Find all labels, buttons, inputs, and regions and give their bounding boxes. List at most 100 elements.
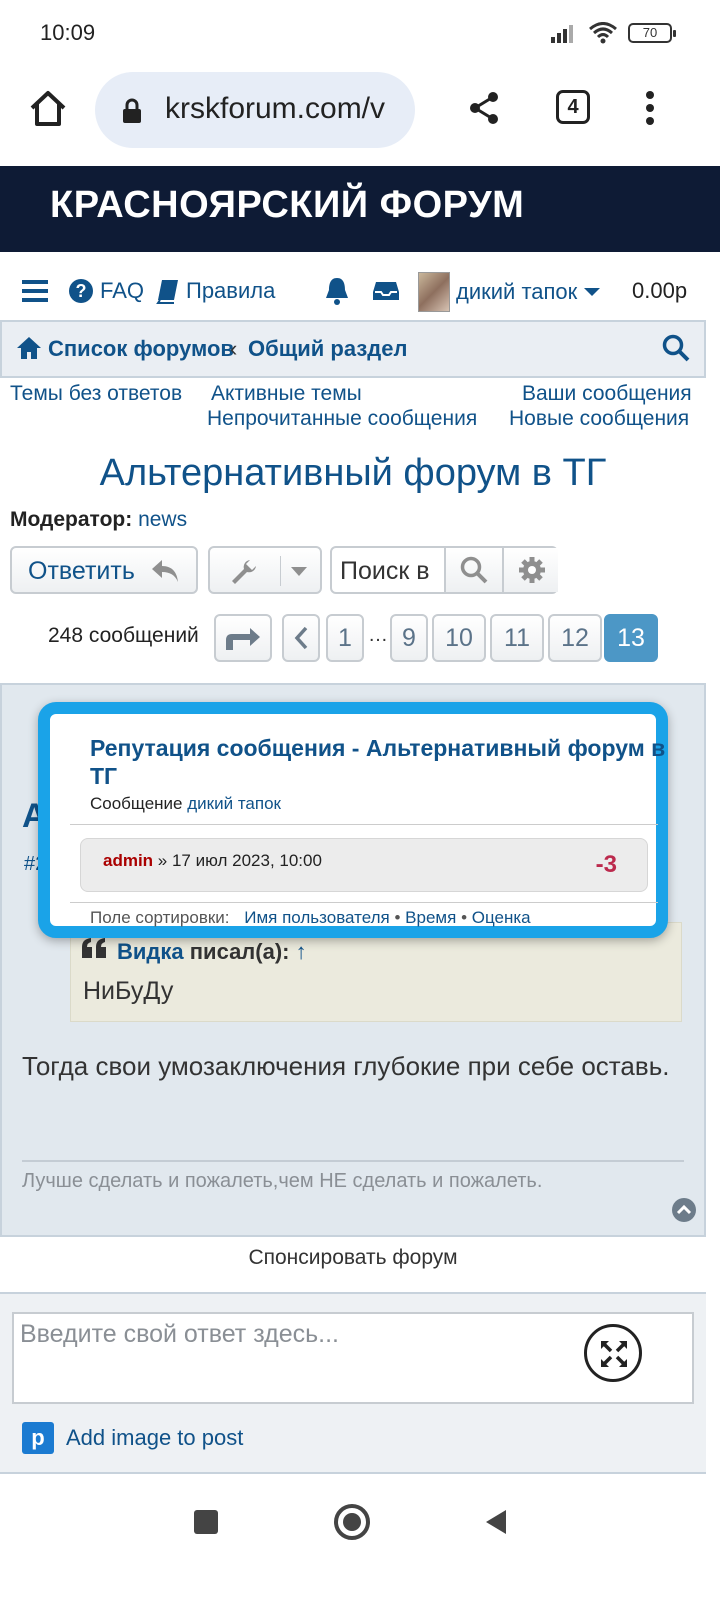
sort-label: Поле сортировки: [90, 908, 230, 927]
link-your-posts[interactable]: Ваши сообщения [522, 382, 692, 406]
reputation-entry-user[interactable]: admin [103, 851, 153, 870]
page-13-current[interactable]: 13 [604, 614, 658, 662]
home-icon[interactable] [28, 88, 68, 128]
nav-rules[interactable]: Правила [156, 278, 275, 304]
link-unanswered[interactable]: Темы без ответов [10, 382, 182, 406]
quote-wrote-label: писал(а): [189, 939, 290, 964]
overflow-menu-icon[interactable] [642, 90, 658, 126]
reputation-entry-info: admin » 17 июл 2023, 10:00 [103, 851, 322, 871]
inbox-icon[interactable] [372, 280, 400, 302]
topic-search-submit[interactable] [444, 548, 502, 592]
previous-page-button[interactable] [282, 614, 320, 662]
search-icon [460, 556, 488, 584]
browser-toolbar: krskforum.com/v 4 [0, 64, 720, 164]
reputation-popup: Репутация сообщения - Альтернативный фор… [38, 702, 668, 938]
sort-by-time[interactable]: Время [405, 908, 456, 927]
link-unread[interactable]: Непрочитанные сообщения [207, 407, 477, 431]
popup-divider [70, 902, 658, 903]
popup-subtitle-user[interactable]: дикий тапок [187, 794, 281, 813]
popup-sort-row: Поле сортировки: Имя пользователя • Врем… [90, 908, 531, 928]
notifications-bell-icon[interactable] [324, 276, 350, 306]
recent-apps-icon[interactable] [194, 1510, 218, 1534]
tab-switcher-button[interactable]: 4 [556, 90, 590, 124]
chevron-down-icon [584, 288, 601, 296]
popup-title[interactable]: Репутация сообщения - Альтернативный фор… [90, 734, 670, 790]
home-button-icon[interactable] [334, 1504, 370, 1540]
search-icon[interactable] [662, 334, 690, 362]
quick-reply-panel: Введите свой ответ здесь... p Add image … [0, 1292, 706, 1474]
wifi-icon [589, 22, 617, 44]
page-12[interactable]: 12 [548, 614, 602, 662]
breadcrumb-forum-list[interactable]: Список форумов [48, 336, 234, 362]
url-text: krskforum.com/v [165, 92, 386, 125]
breadcrumb-separator: ‹ [230, 336, 238, 361]
link-new-posts[interactable]: Новые сообщения [509, 407, 689, 431]
breadcrumb-general-section[interactable]: Общий раздел [248, 336, 407, 362]
link-active-topics[interactable]: Активные темы [211, 382, 362, 406]
moderator-name[interactable]: news [138, 508, 187, 531]
share-arrow-icon [226, 628, 260, 650]
topic-search-input[interactable]: Поиск в [340, 557, 440, 586]
chevron-left-icon [294, 626, 308, 650]
sort-by-rating[interactable]: Оценка [472, 908, 531, 927]
popup-subtitle-prefix: Сообщение [90, 794, 183, 813]
nav-faq[interactable]: ? FAQ [68, 278, 144, 304]
quote-jump-link[interactable]: ↑ [296, 939, 307, 964]
reply-label: Ответить [28, 557, 135, 585]
topic-title[interactable]: Альтернативный форум в ТГ [0, 452, 706, 495]
system-navigation-bar [0, 1478, 720, 1600]
quote-author[interactable]: Видка [117, 939, 184, 964]
topic-tools-button[interactable] [208, 546, 322, 594]
quote-header: Видка писал(а): ↑ [117, 939, 307, 965]
back-icon[interactable] [484, 1508, 508, 1536]
postimage-logo-icon: p [22, 1422, 54, 1454]
topic-search: Поиск в [330, 546, 558, 594]
reply-textarea[interactable]: Введите свой ответ здесь... [12, 1312, 694, 1404]
status-icons: 70 [550, 22, 676, 44]
address-bar[interactable]: krskforum.com/v [95, 72, 415, 148]
reputation-entry-date: » 17 июл 2023, 10:00 [157, 851, 322, 870]
popup-divider [70, 824, 658, 825]
svg-text:?: ? [76, 281, 87, 301]
wrench-icon [232, 560, 256, 584]
username: дикий тапок [456, 279, 578, 304]
help-icon: ? [69, 279, 93, 303]
page-1[interactable]: 1 [326, 614, 364, 662]
add-image-link[interactable]: p Add image to post [22, 1422, 243, 1454]
book-icon [156, 280, 178, 304]
add-image-label: Add image to post [66, 1425, 244, 1450]
chevron-down-icon [291, 567, 307, 576]
reply-button[interactable]: Ответить [10, 546, 198, 594]
top-nav: ? FAQ Правила дикий тапок 0.00р [0, 270, 720, 314]
popup-subtitle: Сообщение дикий тапок [90, 794, 281, 814]
signal-icon [551, 25, 573, 43]
post-count: 248 сообщений [48, 624, 199, 647]
page-10[interactable]: 10 [432, 614, 486, 662]
hamburger-menu-icon[interactable] [22, 280, 48, 302]
battery-indicator: 70 [628, 23, 676, 43]
lock-icon [123, 98, 141, 123]
site-header: КРАСНОЯРСКИЙ ФОРУМ [0, 166, 720, 252]
expand-editor-button[interactable] [584, 1324, 642, 1382]
reply-placeholder: Введите свой ответ здесь... [20, 1320, 339, 1348]
advanced-search-button[interactable] [502, 548, 558, 592]
post-body: Тогда свои умозаключения глубокие при се… [22, 1051, 670, 1081]
site-title[interactable]: КРАСНОЯРСКИЙ ФОРУМ [50, 184, 524, 227]
page-11[interactable]: 11 [490, 614, 544, 662]
jump-to-page-button[interactable] [214, 614, 272, 662]
share-icon[interactable] [466, 90, 502, 126]
nav-rules-label: Правила [186, 278, 276, 303]
balance: 0.00р [632, 278, 688, 303]
sort-by-username[interactable]: Имя пользователя [244, 908, 390, 927]
sort-separator: • [394, 908, 401, 927]
expand-arrows-icon [601, 1341, 627, 1367]
sort-separator: • [461, 908, 468, 927]
back-to-top-icon[interactable] [672, 1198, 696, 1222]
moderator-line: Модератор: news [10, 508, 187, 532]
clock: 10:09 [40, 20, 96, 45]
user-menu[interactable]: дикий тапок [418, 272, 601, 312]
moderator-label: Модератор: [10, 508, 133, 531]
sponsor-label: Спонсировать форум [248, 1246, 458, 1269]
page-9[interactable]: 9 [390, 614, 428, 662]
breadcrumb: Список форумов ‹ Общий раздел [0, 320, 706, 378]
